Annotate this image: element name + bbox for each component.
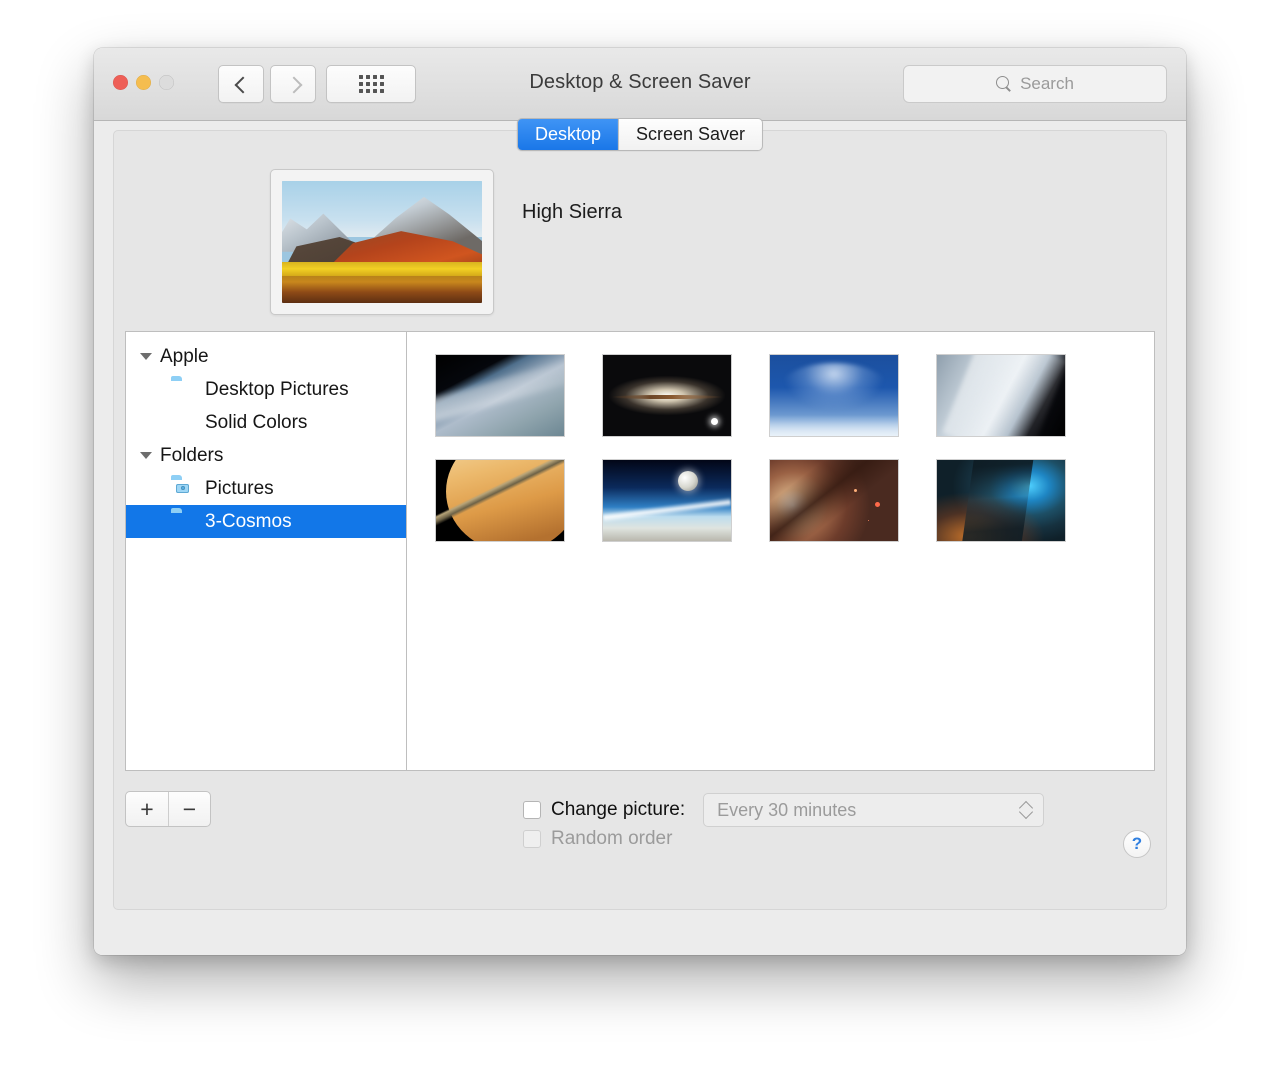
change-picture-label: Change picture: xyxy=(551,799,686,820)
thumbnail-earth-from-orbit-clouds[interactable] xyxy=(435,354,565,437)
thumbnail-milky-way-arch[interactable] xyxy=(769,354,899,437)
content-panel: Desktop Screen Saver High Sierra Apple D… xyxy=(113,118,1167,910)
tab-bar: Desktop Screen Saver xyxy=(516,118,764,151)
window-body: Desktop Screen Saver High Sierra Apple D… xyxy=(94,118,1186,955)
sidebar-group-folders[interactable]: Folders xyxy=(126,439,406,472)
tab-screen-saver[interactable]: Screen Saver xyxy=(617,119,763,150)
disclosure-triangle-icon[interactable] xyxy=(140,452,152,459)
thumbnail-earth-atmosphere-moon[interactable] xyxy=(602,459,732,542)
search-icon xyxy=(996,76,1012,92)
thumbnail-earth-limb-clouds[interactable] xyxy=(936,354,1066,437)
source-list[interactable]: Apple Desktop Pictures Solid Colors Fold… xyxy=(126,332,407,770)
thumbnail-saturn-rings[interactable] xyxy=(435,459,565,542)
sidebar-item-label: Solid Colors xyxy=(205,411,308,433)
disclosure-triangle-icon[interactable] xyxy=(140,353,152,360)
window-titlebar: Desktop & Screen Saver Search xyxy=(94,48,1186,121)
sidebar-item-label: Desktop Pictures xyxy=(205,378,349,400)
thumbnail-sombrero-galaxy[interactable] xyxy=(602,354,732,437)
sidebar-item-solid-colors[interactable]: Solid Colors xyxy=(126,406,406,439)
color-wheel-icon xyxy=(171,413,195,432)
picture-browser-inner: Apple Desktop Pictures Solid Colors Fold… xyxy=(125,331,1155,771)
chevron-updown-icon xyxy=(1020,800,1033,820)
sidebar-item-3-cosmos[interactable]: 3-Cosmos xyxy=(126,505,406,538)
change-picture-checkbox[interactable] xyxy=(523,801,541,819)
thumbnail-blue-orange-nebula[interactable] xyxy=(936,459,1066,542)
preview-row: High Sierra xyxy=(114,169,1166,324)
preferences-window: Desktop & Screen Saver Search Desktop Sc… xyxy=(94,48,1186,955)
sidebar-item-desktop-pictures[interactable]: Desktop Pictures xyxy=(126,373,406,406)
wallpaper-lake xyxy=(282,276,482,303)
bottom-controls: + − Change picture: Every 30 minutes Ran… xyxy=(114,779,1166,909)
change-interval-popup: Every 30 minutes xyxy=(703,793,1045,827)
add-remove-folder-buttons: + − xyxy=(125,791,211,827)
remove-folder-button[interactable]: − xyxy=(168,792,210,826)
high-sierra-wallpaper-image xyxy=(282,181,482,303)
tab-desktop[interactable]: Desktop xyxy=(517,119,618,150)
help-button[interactable]: ? xyxy=(1123,830,1151,858)
search-field[interactable]: Search xyxy=(903,65,1167,103)
sidebar-item-label: Pictures xyxy=(205,477,274,499)
search-placeholder: Search xyxy=(1020,74,1074,93)
folder-icon xyxy=(171,512,195,531)
current-wallpaper-preview[interactable] xyxy=(270,169,494,315)
thumbnail-galactic-core[interactable] xyxy=(769,459,899,542)
sidebar-group-apple[interactable]: Apple xyxy=(126,340,406,373)
sidebar-item-label: 3-Cosmos xyxy=(205,510,292,532)
wallpaper-name-label: High Sierra xyxy=(522,201,623,223)
random-order-checkbox xyxy=(523,830,541,848)
random-order-row: Random order xyxy=(523,828,672,850)
change-interval-value: Every 30 minutes xyxy=(717,799,857,820)
sidebar-item-label: Apple xyxy=(160,345,209,367)
pictures-folder-icon xyxy=(171,479,195,498)
change-picture-row: Change picture: Every 30 minutes xyxy=(523,793,1045,827)
sidebar-item-pictures[interactable]: Pictures xyxy=(126,472,406,505)
random-order-label: Random order xyxy=(551,828,673,849)
sidebar-item-label: Folders xyxy=(160,444,224,466)
folder-icon xyxy=(171,380,195,399)
add-folder-button[interactable]: + xyxy=(126,792,168,826)
picture-browser: Apple Desktop Pictures Solid Colors Fold… xyxy=(114,331,1166,771)
thumbnail-grid xyxy=(407,332,1154,770)
